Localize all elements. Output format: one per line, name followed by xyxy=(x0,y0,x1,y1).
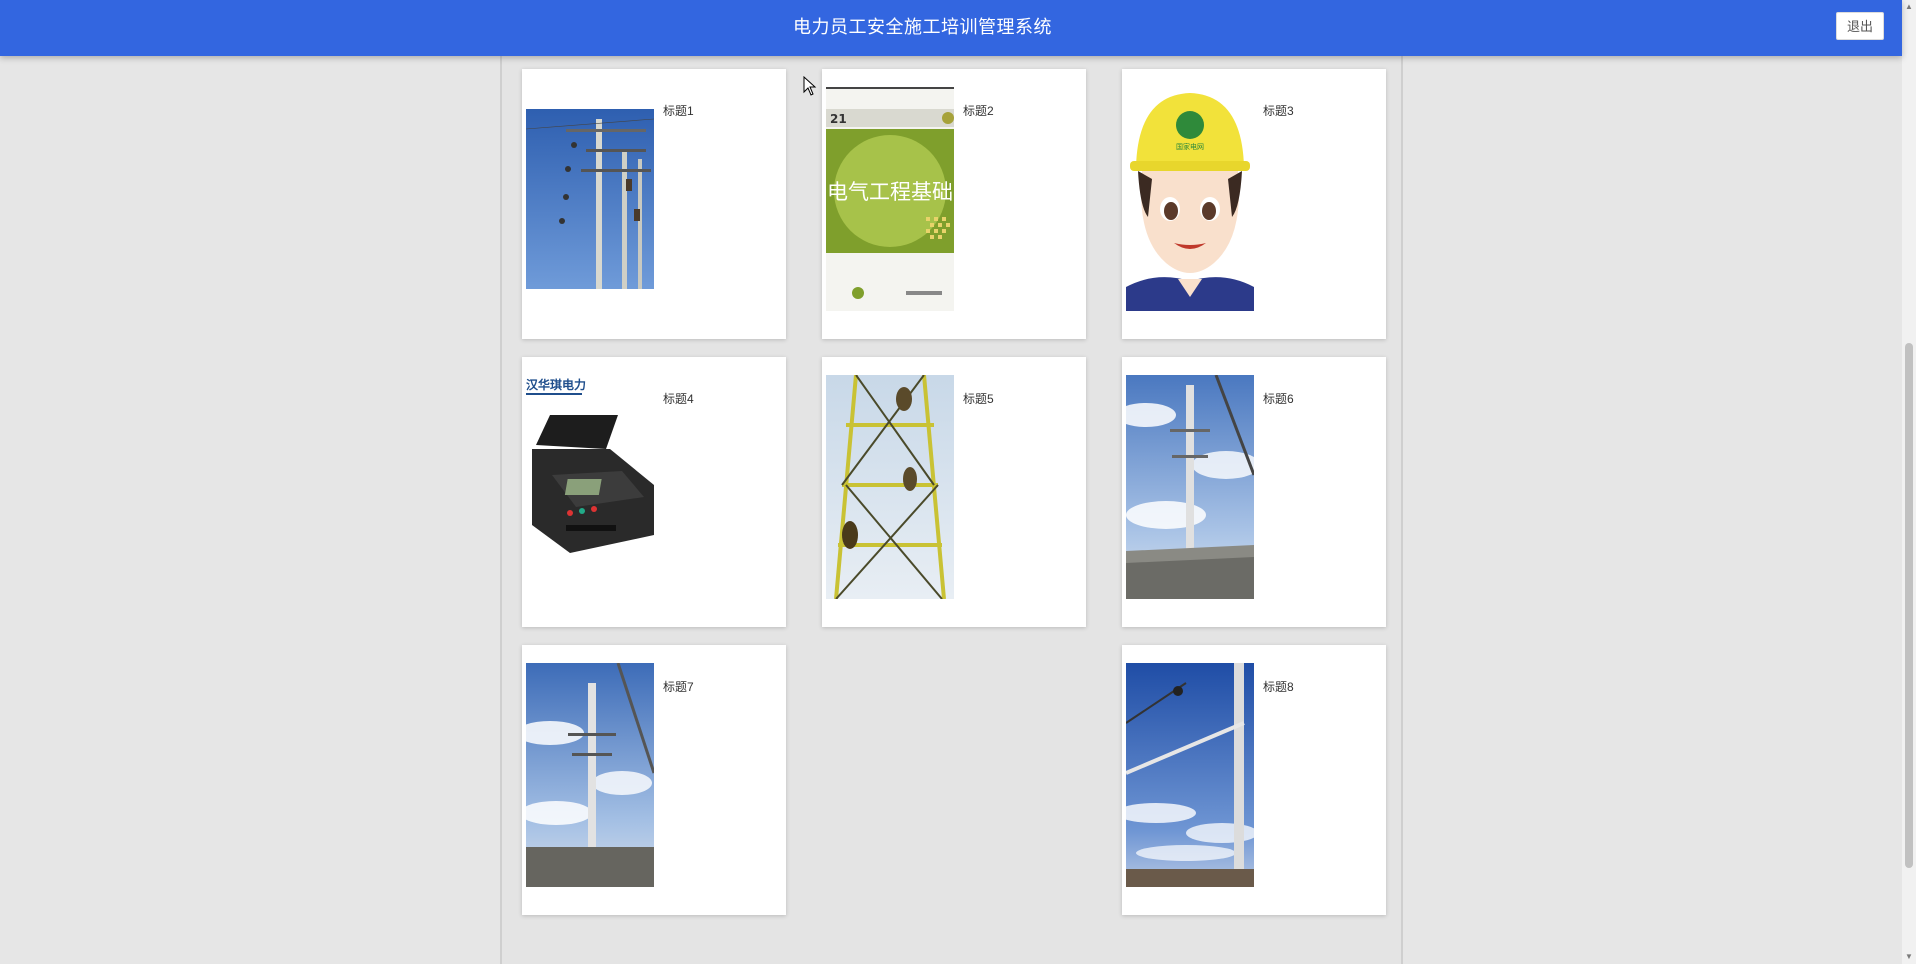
book-title-text: 电气工程基础 xyxy=(827,180,953,204)
mouse-cursor-icon xyxy=(803,76,817,96)
course-card-title: 标题1 xyxy=(663,104,694,118)
app-title: 电力员工安全施工培训管理系统 xyxy=(793,17,1052,37)
power-pole-crossarm-image xyxy=(1126,663,1254,887)
cartoon-worker-helmet-image: 国家电网 xyxy=(1126,87,1254,311)
course-card-2[interactable]: 21 电气工程基础 标题2 xyxy=(822,69,1086,339)
crane-power-pole-image xyxy=(1126,375,1254,599)
book-series-label: 21 xyxy=(830,112,847,126)
vertical-scrollbar[interactable]: ▲ ▼ xyxy=(1902,0,1916,964)
helmet-logo-text: 国家电网 xyxy=(1176,142,1204,151)
logout-button[interactable]: 退出 xyxy=(1836,12,1884,40)
course-card-1[interactable]: 标题1 xyxy=(522,69,786,339)
content-panel: 标题1 21 电气工程基础 标题2 国家电网 标题3 汉华琪电力 标题4 标题5… xyxy=(500,56,1403,964)
course-card-3[interactable]: 国家电网 标题3 xyxy=(1122,69,1386,339)
power-pole-workers-image xyxy=(526,109,654,289)
steel-tower-climbers-image xyxy=(826,375,954,599)
scroll-down-arrow-icon[interactable]: ▼ xyxy=(1902,950,1916,964)
scroll-up-arrow-icon[interactable]: ▲ xyxy=(1902,0,1916,14)
course-card-title: 标题2 xyxy=(963,104,994,118)
course-card-5[interactable]: 标题5 xyxy=(822,357,1086,627)
course-card-8[interactable]: 标题8 xyxy=(1122,645,1386,915)
course-card-title: 标题6 xyxy=(1263,392,1294,406)
course-card-4[interactable]: 汉华琪电力 标题4 xyxy=(522,357,786,627)
scrollbar-thumb[interactable] xyxy=(1905,343,1913,868)
electrical-tester-case-image: 汉华琪电力 xyxy=(526,375,654,575)
top-header-bar: 电力员工安全施工培训管理系统 退出 xyxy=(0,0,1902,56)
course-card-title: 标题5 xyxy=(963,392,994,406)
book-cover-image: 21 电气工程基础 xyxy=(826,87,954,311)
course-card-title: 标题8 xyxy=(1263,680,1294,694)
brand-logo-text: 汉华琪电力 xyxy=(526,377,586,392)
course-card-6[interactable]: 标题6 xyxy=(1122,357,1386,627)
course-card-7[interactable]: 标题7 xyxy=(522,645,786,915)
course-card-title: 标题3 xyxy=(1263,104,1294,118)
course-card-title: 标题4 xyxy=(663,392,694,406)
crane-power-pole-image-2 xyxy=(526,663,654,887)
course-card-title: 标题7 xyxy=(663,680,694,694)
